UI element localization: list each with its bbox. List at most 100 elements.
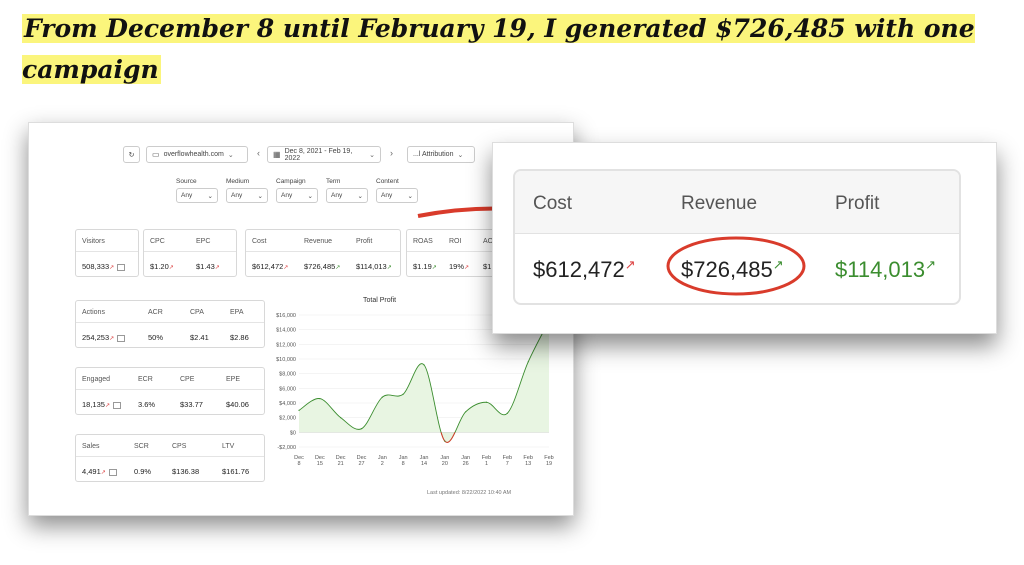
zoomed-metrics-panel: Cost Revenue Profit $612,472↗ $726,485↗ …	[492, 142, 997, 334]
actions-value: 254,253	[82, 333, 110, 342]
arrow-up-icon: ↗	[168, 265, 174, 271]
zoom-profit-value: $114,013	[835, 257, 926, 282]
scr-value: 0.9%	[134, 467, 152, 476]
ltv-value: $161.76	[222, 467, 250, 476]
data-point	[298, 409, 300, 411]
actions-card[interactable]: Actions ACR CPA EPA 254,253↗ 50% $2.41 $…	[75, 300, 265, 348]
x-tick-label: Jan 14	[420, 455, 429, 467]
y-tick-label: $6,000	[279, 386, 296, 392]
content-select[interactable]: Any ⌄	[376, 188, 418, 203]
arrow-up-icon: ↗	[214, 265, 220, 271]
x-tick-label: Dec 15	[315, 455, 325, 467]
data-point	[402, 393, 404, 395]
x-tick-label: Jan 20	[440, 455, 449, 467]
calendar-icon: ▦	[273, 150, 281, 159]
filter-term: Term Any ⌄	[326, 178, 368, 203]
cost-revenue-profit-card[interactable]: Cost Revenue Profit $612,472↗ $726,485↗ …	[245, 229, 401, 277]
x-tick-label: Dec 8	[294, 455, 304, 467]
revenue-value: $726,485	[304, 262, 336, 271]
divider	[407, 251, 496, 252]
data-point	[444, 440, 446, 442]
chevron-down-icon: ⌄	[207, 192, 213, 200]
chevron-down-icon: ⌄	[369, 151, 375, 159]
x-tick-label: Feb 13	[523, 455, 532, 467]
arrow-up-icon: ↗	[109, 265, 115, 271]
arrow-up-icon: ↗	[464, 265, 470, 271]
table-icon	[112, 401, 121, 409]
y-tick-label: $10,000	[276, 357, 296, 363]
cpa-value: $2.41	[190, 333, 209, 342]
zoom-profit-label: Profit	[835, 193, 880, 214]
zoom-revenue-value: $726,485	[681, 257, 773, 282]
arrow-up-icon: ↗	[104, 403, 110, 409]
divider	[76, 322, 264, 323]
arrow-up-icon: ↗	[100, 470, 106, 476]
zoom-revenue-label: Revenue	[681, 193, 758, 214]
next-range-button[interactable]: ›	[390, 148, 393, 158]
data-point	[465, 411, 467, 413]
data-point	[319, 398, 321, 400]
cost-value: $612,472	[252, 262, 284, 271]
zoomed-metrics-card: Cost Revenue Profit $612,472↗ $726,485↗ …	[513, 169, 961, 305]
cpe-value: $33.77	[180, 400, 203, 409]
arrow-up-icon: ↗	[431, 265, 437, 271]
chart-title: Total Profit	[363, 297, 397, 304]
prev-range-button[interactable]: ‹	[257, 148, 260, 158]
arrow-up-icon: ↗	[925, 257, 937, 272]
medium-select[interactable]: Any ⌄	[226, 188, 268, 203]
arrow-up-icon: ↗	[624, 257, 636, 272]
roas-card[interactable]: ROAS ROI AO $1.19↗ 19%↗ $1	[406, 229, 496, 277]
filter-medium: Medium Any ⌄	[226, 178, 268, 203]
table-icon	[117, 334, 126, 342]
visitors-card[interactable]: Visitors 508,333↗	[75, 229, 139, 277]
aov-value: $1	[483, 262, 492, 271]
epe-value: $40.06	[226, 400, 249, 409]
zoom-cost-label: Cost	[533, 193, 573, 214]
y-tick-label: $4,000	[279, 401, 296, 407]
cps-value: $136.38	[172, 467, 200, 476]
term-select[interactable]: Any ⌄	[326, 188, 368, 203]
data-point	[527, 361, 529, 363]
profit-area	[299, 320, 549, 443]
cpc-value: $1.20	[150, 262, 169, 271]
total-profit-chart: $16,000 $14,000 $12,000 $10,000 $8,000 $6,000…	[276, 313, 554, 467]
y-tick-label: $2,000	[279, 416, 296, 422]
divider	[76, 456, 264, 457]
x-tick-label: Jan 8	[399, 455, 408, 467]
domain-select[interactable]: ▭ overflowhealth.com ⌄	[146, 146, 248, 163]
attribution-select[interactable]: ...l Attribution ⌄	[407, 146, 475, 163]
chevron-down-icon: ⌄	[357, 192, 363, 200]
y-tick-label: $16,000	[276, 313, 296, 319]
chevron-down-icon: ⌄	[227, 151, 234, 159]
browser-icon: ▭	[152, 150, 160, 159]
refresh-icon: ↻	[128, 151, 135, 159]
refresh-button[interactable]: ↻	[123, 146, 140, 163]
y-tick-label: -$2,000	[277, 445, 296, 451]
data-point	[423, 364, 425, 366]
arrow-up-icon: ↗	[283, 265, 289, 271]
roas-value: $1.19	[413, 262, 432, 271]
cpc-card[interactable]: CPC EPC $1.20↗ $1.43↗	[143, 229, 237, 277]
engaged-value: 18,135	[82, 400, 105, 409]
y-tick-label: $8,000	[279, 372, 296, 378]
sales-value: 4,491	[82, 467, 101, 476]
engaged-card[interactable]: Engaged ECR CPE EPE 18,135↗ 3.6% $33.77 …	[75, 367, 265, 415]
arrow-up-icon: ↗	[386, 265, 392, 271]
divider	[76, 251, 138, 252]
sales-card[interactable]: Sales SCR CPS LTV 4,491↗ 0.9% $136.38 $1…	[75, 434, 265, 482]
visitors-value: 508,333	[82, 262, 110, 271]
zoom-cost-value: $612,472	[533, 257, 625, 282]
data-point	[485, 401, 488, 403]
divider	[246, 251, 400, 252]
x-tick-label: Dec 21	[336, 455, 346, 467]
campaign-select[interactable]: Any ⌄	[276, 188, 318, 203]
y-tick-label: $12,000	[276, 342, 296, 348]
arrow-up-icon: ↗	[109, 336, 115, 342]
source-select[interactable]: Any ⌄	[176, 188, 218, 203]
last-updated: Last updated: 8/22/2022 10:40 AM	[427, 490, 512, 496]
date-range-picker[interactable]: ▦ Dec 8, 2021 - Feb 19, 2022 ⌄	[267, 146, 381, 163]
data-point	[506, 412, 508, 414]
ecr-value: 3.6%	[138, 400, 156, 409]
arrow-up-icon: ↗	[335, 265, 341, 271]
x-tick-label: Dec 27	[357, 455, 367, 467]
